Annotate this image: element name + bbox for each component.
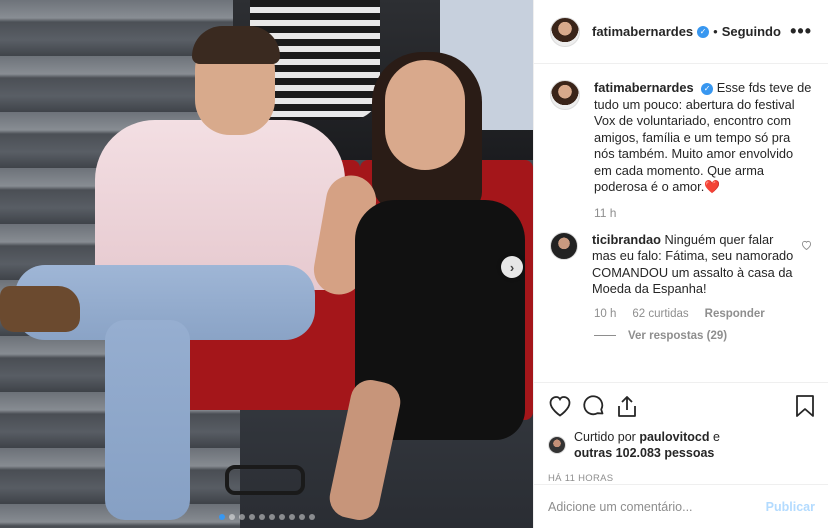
author-username[interactable]: fatimabernardes: [592, 24, 693, 39]
verified-badge-icon: ✓: [697, 25, 710, 38]
carousel-dot: [298, 514, 305, 520]
comment-like-heart-icon[interactable]: [801, 232, 812, 298]
follow-status-button[interactable]: Seguindo: [722, 24, 781, 39]
caption-username[interactable]: fatimabernardes: [594, 80, 694, 95]
liked-by-conjunction: e: [712, 430, 720, 444]
caption-text: Esse fds teve de tudo um pouco: abertura…: [594, 80, 812, 194]
comment-input[interactable]: [548, 499, 766, 514]
comment-author-avatar[interactable]: [550, 231, 578, 260]
publish-button[interactable]: Publicar: [766, 500, 815, 514]
liker-avatar[interactable]: [548, 436, 566, 454]
like-heart-icon[interactable]: [548, 395, 572, 417]
photo-man-hair: [192, 26, 280, 64]
carousel-dot: [278, 514, 285, 520]
comment-bubble-icon[interactable]: [582, 394, 606, 418]
carousel-dot: [258, 514, 265, 520]
replies-divider-line: [594, 335, 616, 336]
comment-likes-count[interactable]: 62 curtidas: [632, 308, 688, 320]
view-replies-button[interactable]: Ver respostas (29): [594, 330, 812, 342]
post-header: fatimabernardes ✓ • Seguindo •••: [534, 0, 828, 64]
carousel-dot: [248, 514, 255, 520]
carousel-dots: [0, 514, 533, 520]
comment-username[interactable]: ticibrandao: [592, 232, 661, 247]
share-upload-icon[interactable]: [616, 394, 638, 418]
post-side-panel: fatimabernardes ✓ • Seguindo ••• fatimab…: [533, 0, 828, 528]
likes-summary: Curtido por paulovitocd e outras 102.083…: [548, 429, 815, 461]
more-options-icon[interactable]: •••: [790, 21, 812, 42]
carousel-dot: [238, 514, 245, 520]
photo-woman-head: [385, 60, 465, 170]
caption: fatimabernardes ✓ Esse fds teve de tudo …: [550, 80, 812, 196]
photo-woman-sandal: [225, 465, 305, 495]
verified-badge-icon: ✓: [701, 83, 714, 96]
post-timestamp[interactable]: HÁ 11 HORAS: [548, 473, 815, 484]
comments-section[interactable]: fatimabernardes ✓ Esse fds teve de tudo …: [534, 64, 828, 382]
post-photo[interactable]: ›: [0, 0, 533, 528]
caption-author-avatar[interactable]: [550, 80, 580, 110]
reply-button[interactable]: Responder: [705, 308, 765, 320]
next-photo-button[interactable]: ›: [501, 256, 523, 278]
carousel-dot: [268, 514, 275, 520]
save-bookmark-icon[interactable]: [795, 394, 815, 418]
liked-by-prefix: Curtido por: [574, 430, 636, 444]
caption-time: 11 h: [594, 205, 617, 220]
comment-meta: 10 h 62 curtidas Responder: [594, 308, 812, 320]
view-replies-label: Ver respostas (29): [628, 329, 728, 342]
carousel-dot: [228, 514, 235, 520]
comment-time: 10 h: [594, 307, 617, 320]
add-comment-bar: Publicar: [534, 484, 828, 528]
header-bullet: •: [713, 24, 718, 39]
liker-username[interactable]: paulovitocd: [639, 430, 709, 444]
carousel-dot: [308, 514, 315, 520]
heart-emoji: ❤️: [704, 179, 721, 194]
comment: ticibrandao Ninguém quer falar mas eu fa…: [550, 231, 812, 298]
carousel-dot: [288, 514, 295, 520]
photo-man-shoe: [0, 286, 80, 332]
photo-man-leg: [105, 320, 190, 520]
author-avatar[interactable]: [550, 16, 580, 47]
likes-count[interactable]: outras 102.083 pessoas: [574, 446, 714, 460]
carousel-dot: [218, 514, 225, 520]
post-actions: Curtido por paulovitocd e outras 102.083…: [534, 382, 828, 484]
